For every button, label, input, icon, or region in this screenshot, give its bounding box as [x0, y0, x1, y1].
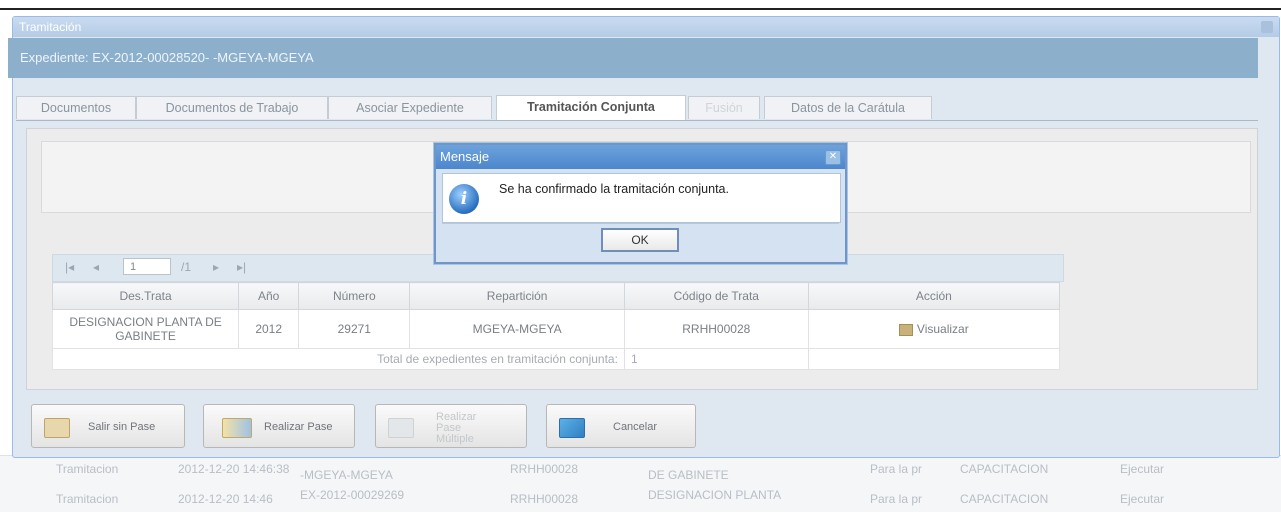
bg-cell: Para la pr: [870, 462, 923, 476]
bg-cell: DESIGNACION PLANTA: [648, 488, 782, 502]
bg-cell: EX-2012-00029269: [300, 488, 405, 502]
bg-cell: RRHH00028: [510, 492, 579, 506]
page-number-input[interactable]: 1: [123, 258, 171, 275]
forward-envelope-icon: [222, 418, 252, 438]
bg-cell: Tramitacion: [56, 492, 119, 506]
top-border: [0, 8, 1281, 10]
window-title: Tramitación: [13, 17, 1279, 37]
dialog-body: i Se ha confirmado la tramitación conjun…: [442, 173, 841, 223]
realizar-pase-multiple-label: Realizar Pase Múltiple: [436, 411, 477, 445]
cell-numero: 29271: [298, 309, 411, 349]
cancel-icon: [559, 418, 585, 438]
multiple-envelope-icon: [388, 418, 414, 438]
envelope-icon: [44, 418, 70, 438]
cancelar-label: Cancelar: [613, 421, 658, 433]
col-anio[interactable]: Año: [238, 282, 300, 310]
bg-cell: Para la pr: [870, 492, 923, 506]
bg-cell: Ejecutar: [1120, 492, 1165, 506]
table-header-row: Des.Trata Año Número Repartición Código …: [51, 282, 1061, 310]
tab-tramitacion-conjunta[interactable]: Tramitación Conjunta: [496, 95, 686, 120]
bg-cell: Tramitacion: [56, 462, 119, 476]
last-page-icon[interactable]: ▸|: [237, 260, 246, 274]
dialog-divider: [442, 223, 839, 224]
bg-cell: DE GABINETE: [648, 468, 729, 482]
tab-fusion: Fusión: [688, 96, 760, 119]
cell-accion: Visualizar: [807, 309, 1061, 349]
background-task-grid: Tramitacion 2012-12-20 14:46:38 -MGEYA-M…: [0, 455, 1281, 512]
col-numero[interactable]: Número: [298, 282, 411, 310]
col-accion[interactable]: Acción: [807, 282, 1061, 310]
total-value: 1: [623, 348, 809, 370]
visualizar-link[interactable]: Visualizar: [898, 322, 969, 336]
cell-reparticion: MGEYA-MGEYA: [409, 309, 625, 349]
realizar-pase-button[interactable]: Realizar Pase: [203, 404, 355, 448]
total-empty: [807, 348, 1061, 370]
cell-des-trata: DESIGNACION PLANTA DE GABINETE: [51, 309, 240, 349]
ok-button[interactable]: OK: [601, 228, 679, 252]
tab-datos-caratula[interactable]: Datos de la Carátula: [764, 96, 932, 119]
col-des-trata[interactable]: Des.Trata: [51, 282, 240, 310]
prev-page-icon[interactable]: ◂: [93, 260, 99, 274]
cell-codigo-trata: RRHH00028: [623, 309, 809, 349]
realizar-pase-label: Realizar Pase: [264, 421, 333, 433]
expedientes-table: Des.Trata Año Número Repartición Código …: [51, 282, 1061, 370]
salir-sin-pase-label: Salir sin Pase: [88, 421, 156, 433]
bg-cell: -MGEYA-MGEYA: [300, 468, 393, 482]
tab-documentos[interactable]: Documentos: [16, 96, 136, 119]
tab-documentos-trabajo[interactable]: Documentos de Trabajo: [136, 96, 328, 119]
expediente-header: Expediente: EX-2012-00028520- -MGEYA-MGE…: [8, 38, 1258, 78]
table-row: Tramitacion 2012-12-20 14:46 EX-2012-000…: [0, 486, 1281, 513]
info-icon: i: [449, 184, 479, 214]
page-count: /1: [181, 260, 192, 274]
bg-cell: RRHH00028: [510, 462, 579, 476]
folder-icon: [898, 323, 913, 336]
window-close-icon[interactable]: [1261, 21, 1273, 33]
total-label: Total de expedientes en tramitación conj…: [52, 348, 625, 370]
message-dialog: Mensaje ✕ i Se ha confirmado la tramitac…: [434, 143, 847, 264]
bg-cell: 2012-12-20 14:46:38: [178, 462, 290, 476]
table-row: Tramitacion 2012-12-20 14:46:38 -MGEYA-M…: [0, 456, 1281, 483]
cell-anio: 2012: [238, 309, 300, 349]
tab-asociar-expediente[interactable]: Asociar Expediente: [328, 96, 492, 119]
bg-cell: 2012-12-20 14:46: [178, 492, 273, 506]
dialog-message: Se ha confirmado la tramitación conjunta…: [499, 182, 729, 196]
col-codigo-trata[interactable]: Código de Trata: [623, 282, 809, 310]
table-row: DESIGNACION PLANTA DE GABINETE 2012 2927…: [51, 309, 1061, 349]
dialog-close-icon[interactable]: ✕: [825, 150, 841, 165]
cancelar-button[interactable]: Cancelar: [546, 404, 696, 448]
total-row: Total de expedientes en tramitación conj…: [52, 348, 1061, 370]
dialog-title: Mensaje: [436, 145, 845, 169]
col-reparticion[interactable]: Repartición: [409, 282, 625, 310]
first-page-icon[interactable]: |◂: [65, 260, 74, 274]
realizar-pase-multiple-button: Realizar Pase Múltiple: [375, 404, 527, 448]
next-page-icon[interactable]: ▸: [213, 260, 219, 274]
tab-bar: Documentos Documentos de Trabajo Asociar…: [16, 95, 1258, 121]
visualizar-label: Visualizar: [916, 322, 969, 336]
bg-cell: CAPACITACION: [960, 492, 1049, 506]
bg-cell: CAPACITACION: [960, 462, 1049, 476]
bg-cell: Ejecutar: [1120, 462, 1165, 476]
salir-sin-pase-button[interactable]: Salir sin Pase: [31, 404, 185, 448]
